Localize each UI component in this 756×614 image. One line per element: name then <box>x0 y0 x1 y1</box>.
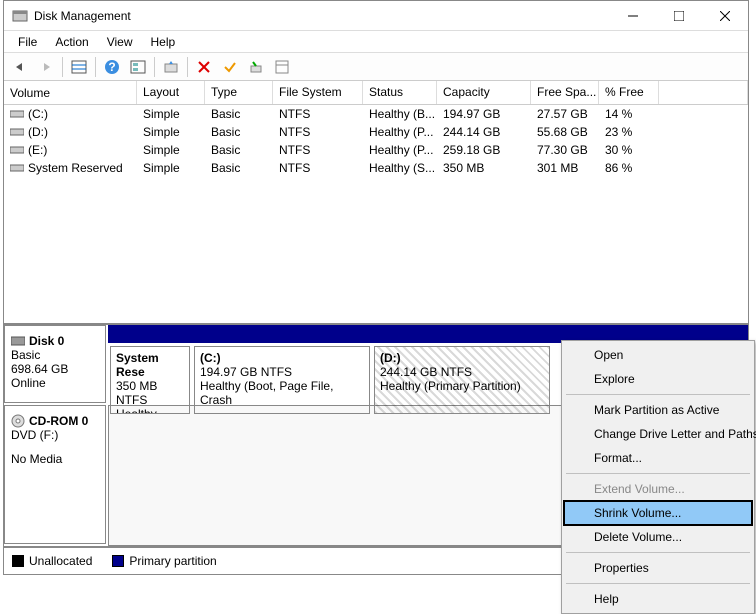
menu-file[interactable]: File <box>10 33 45 51</box>
legend-unallocated: Unallocated <box>12 554 92 568</box>
volume-row[interactable]: (E:) Simple Basic NTFS Healthy (P... 259… <box>4 141 748 159</box>
settings-button[interactable] <box>159 55 183 79</box>
window-title: Disk Management <box>34 9 610 23</box>
header-filesystem[interactable]: File System <box>273 81 363 104</box>
partition-system-reserved[interactable]: System Rese 350 MB NTFS Healthy (Syst <box>110 346 190 414</box>
disk-mgmt-icon <box>12 8 28 24</box>
titlebar: Disk Management <box>4 1 748 31</box>
ctx-delete-volume[interactable]: Delete Volume... <box>564 525 752 549</box>
column-headers: Volume Layout Type File System Status Ca… <box>4 81 748 105</box>
list-icon <box>275 60 289 74</box>
close-button[interactable] <box>702 1 748 31</box>
context-menu: Open Explore Mark Partition as Active Ch… <box>561 340 755 614</box>
ctx-extend-volume: Extend Volume... <box>564 477 752 501</box>
header-status[interactable]: Status <box>363 81 437 104</box>
check-icon <box>223 60 237 74</box>
header-capacity[interactable]: Capacity <box>437 81 531 104</box>
ctx-explore[interactable]: Explore <box>564 367 752 391</box>
refresh-icon <box>130 60 146 74</box>
ctx-mark-active[interactable]: Mark Partition as Active <box>564 398 752 422</box>
x-icon <box>197 60 211 74</box>
properties-button[interactable] <box>218 55 242 79</box>
forward-icon <box>38 61 54 73</box>
ctx-properties[interactable]: Properties <box>564 556 752 580</box>
ctx-change-letter[interactable]: Change Drive Letter and Paths... <box>564 422 752 446</box>
legend-primary: Primary partition <box>112 554 216 568</box>
action1-button[interactable] <box>244 55 268 79</box>
header-volume[interactable]: Volume <box>4 81 137 104</box>
maximize-icon <box>674 11 684 21</box>
panel-icon <box>71 60 87 74</box>
svg-text:?: ? <box>108 60 115 74</box>
toolbar: ? <box>4 53 748 81</box>
help-button[interactable]: ? <box>100 55 124 79</box>
disk-icon <box>11 335 25 347</box>
minimize-icon <box>628 11 638 21</box>
back-button[interactable] <box>8 55 32 79</box>
partition-c[interactable]: (C:) 194.97 GB NTFS Healthy (Boot, Page … <box>194 346 370 414</box>
forward-button[interactable] <box>34 55 58 79</box>
volume-icon <box>10 163 24 173</box>
volume-icon <box>10 127 24 137</box>
ctx-shrink-volume[interactable]: Shrink Volume... <box>564 501 752 525</box>
ctx-help[interactable]: Help <box>564 587 752 611</box>
ctx-open[interactable]: Open <box>564 343 752 367</box>
partition-d[interactable]: (D:) 244.14 GB NTFS Healthy (Primary Par… <box>374 346 550 414</box>
header-pctfree[interactable]: % Free <box>599 81 659 104</box>
drive-icon <box>249 60 263 74</box>
delete-button[interactable] <box>192 55 216 79</box>
header-layout[interactable]: Layout <box>137 81 205 104</box>
volume-icon <box>10 109 24 119</box>
menubar: File Action View Help <box>4 31 748 53</box>
menu-help[interactable]: Help <box>143 33 184 51</box>
volume-row[interactable]: System Reserved Simple Basic NTFS Health… <box>4 159 748 177</box>
cdrom-info[interactable]: CD-ROM 0 DVD (F:) No Media <box>4 405 106 544</box>
volume-icon <box>10 145 24 155</box>
minimize-button[interactable] <box>610 1 656 31</box>
volume-list[interactable]: Volume Layout Type File System Status Ca… <box>4 81 748 325</box>
close-icon <box>720 11 730 21</box>
show-hide-button[interactable] <box>67 55 91 79</box>
ctx-format[interactable]: Format... <box>564 446 752 470</box>
back-icon <box>12 61 28 73</box>
cd-icon <box>11 414 25 428</box>
menu-view[interactable]: View <box>99 33 141 51</box>
volume-row[interactable]: (C:) Simple Basic NTFS Healthy (B... 194… <box>4 105 748 123</box>
header-type[interactable]: Type <box>205 81 273 104</box>
refresh-button[interactable] <box>126 55 150 79</box>
disk0-info[interactable]: Disk 0 Basic 698.64 GB Online <box>4 325 106 403</box>
menu-action[interactable]: Action <box>47 33 96 51</box>
header-freespace[interactable]: Free Spa... <box>531 81 599 104</box>
action2-button[interactable] <box>270 55 294 79</box>
settings-icon <box>163 60 179 74</box>
maximize-button[interactable] <box>656 1 702 31</box>
help-icon: ? <box>104 59 120 75</box>
volume-row[interactable]: (D:) Simple Basic NTFS Healthy (P... 244… <box>4 123 748 141</box>
